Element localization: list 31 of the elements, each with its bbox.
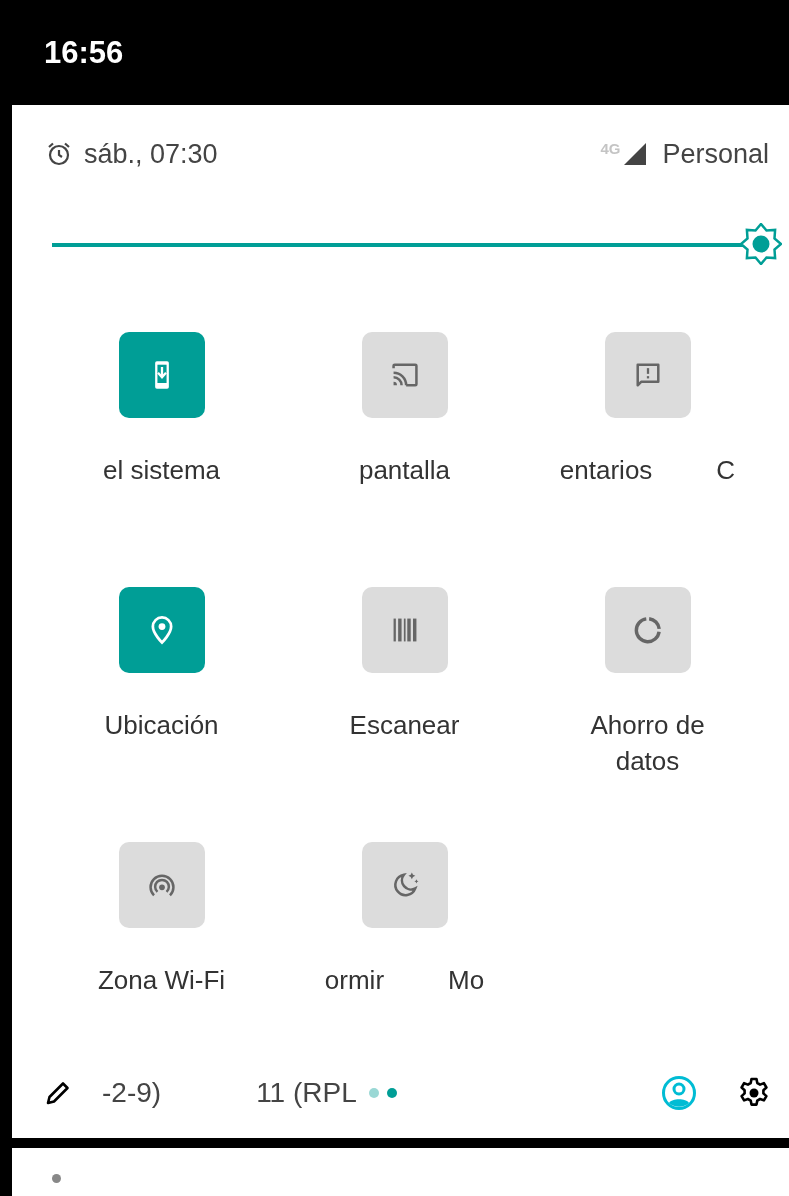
page-dot[interactable] xyxy=(368,1087,379,1098)
tile-label: Ahorro de datos xyxy=(589,709,706,778)
feedback-tile[interactable] xyxy=(604,332,691,418)
notification-dot-icon xyxy=(52,1174,61,1183)
build-number: 11 (RPL xyxy=(256,1076,357,1109)
network-type: 4G xyxy=(600,139,621,157)
tile-label: ormir xyxy=(324,964,385,997)
tile-label: Escanear xyxy=(349,709,460,742)
signal-icon xyxy=(622,141,649,167)
tile-label: el sistema xyxy=(102,454,220,487)
clock-time: 16:56 xyxy=(44,34,124,71)
carrier-name: Personal xyxy=(662,138,769,170)
tile-label: Zona Wi-Fi xyxy=(97,964,226,997)
brightness-thumb[interactable] xyxy=(740,223,782,265)
hotspot-tile[interactable] xyxy=(118,842,205,928)
page-dot[interactable] xyxy=(386,1087,397,1098)
alarm-icon xyxy=(46,141,72,167)
user-icon[interactable] xyxy=(661,1074,697,1111)
tile-label: C xyxy=(716,454,736,487)
bedtime-tile[interactable] xyxy=(361,842,448,928)
tile-label: Mo xyxy=(448,964,485,997)
data-saver-tile[interactable] xyxy=(604,587,691,673)
location-tile[interactable] xyxy=(118,587,205,673)
tile-label: pantalla xyxy=(358,454,451,487)
system-update-tile[interactable] xyxy=(118,332,205,418)
cast-tile[interactable] xyxy=(361,332,448,418)
tile-label: Ubicación xyxy=(104,709,219,742)
build-number: -2-9) xyxy=(102,1076,162,1109)
alarm-time: sáb., 07:30 xyxy=(84,138,218,170)
barcode-tile[interactable] xyxy=(361,587,448,673)
tile-label: entarios xyxy=(559,454,653,487)
